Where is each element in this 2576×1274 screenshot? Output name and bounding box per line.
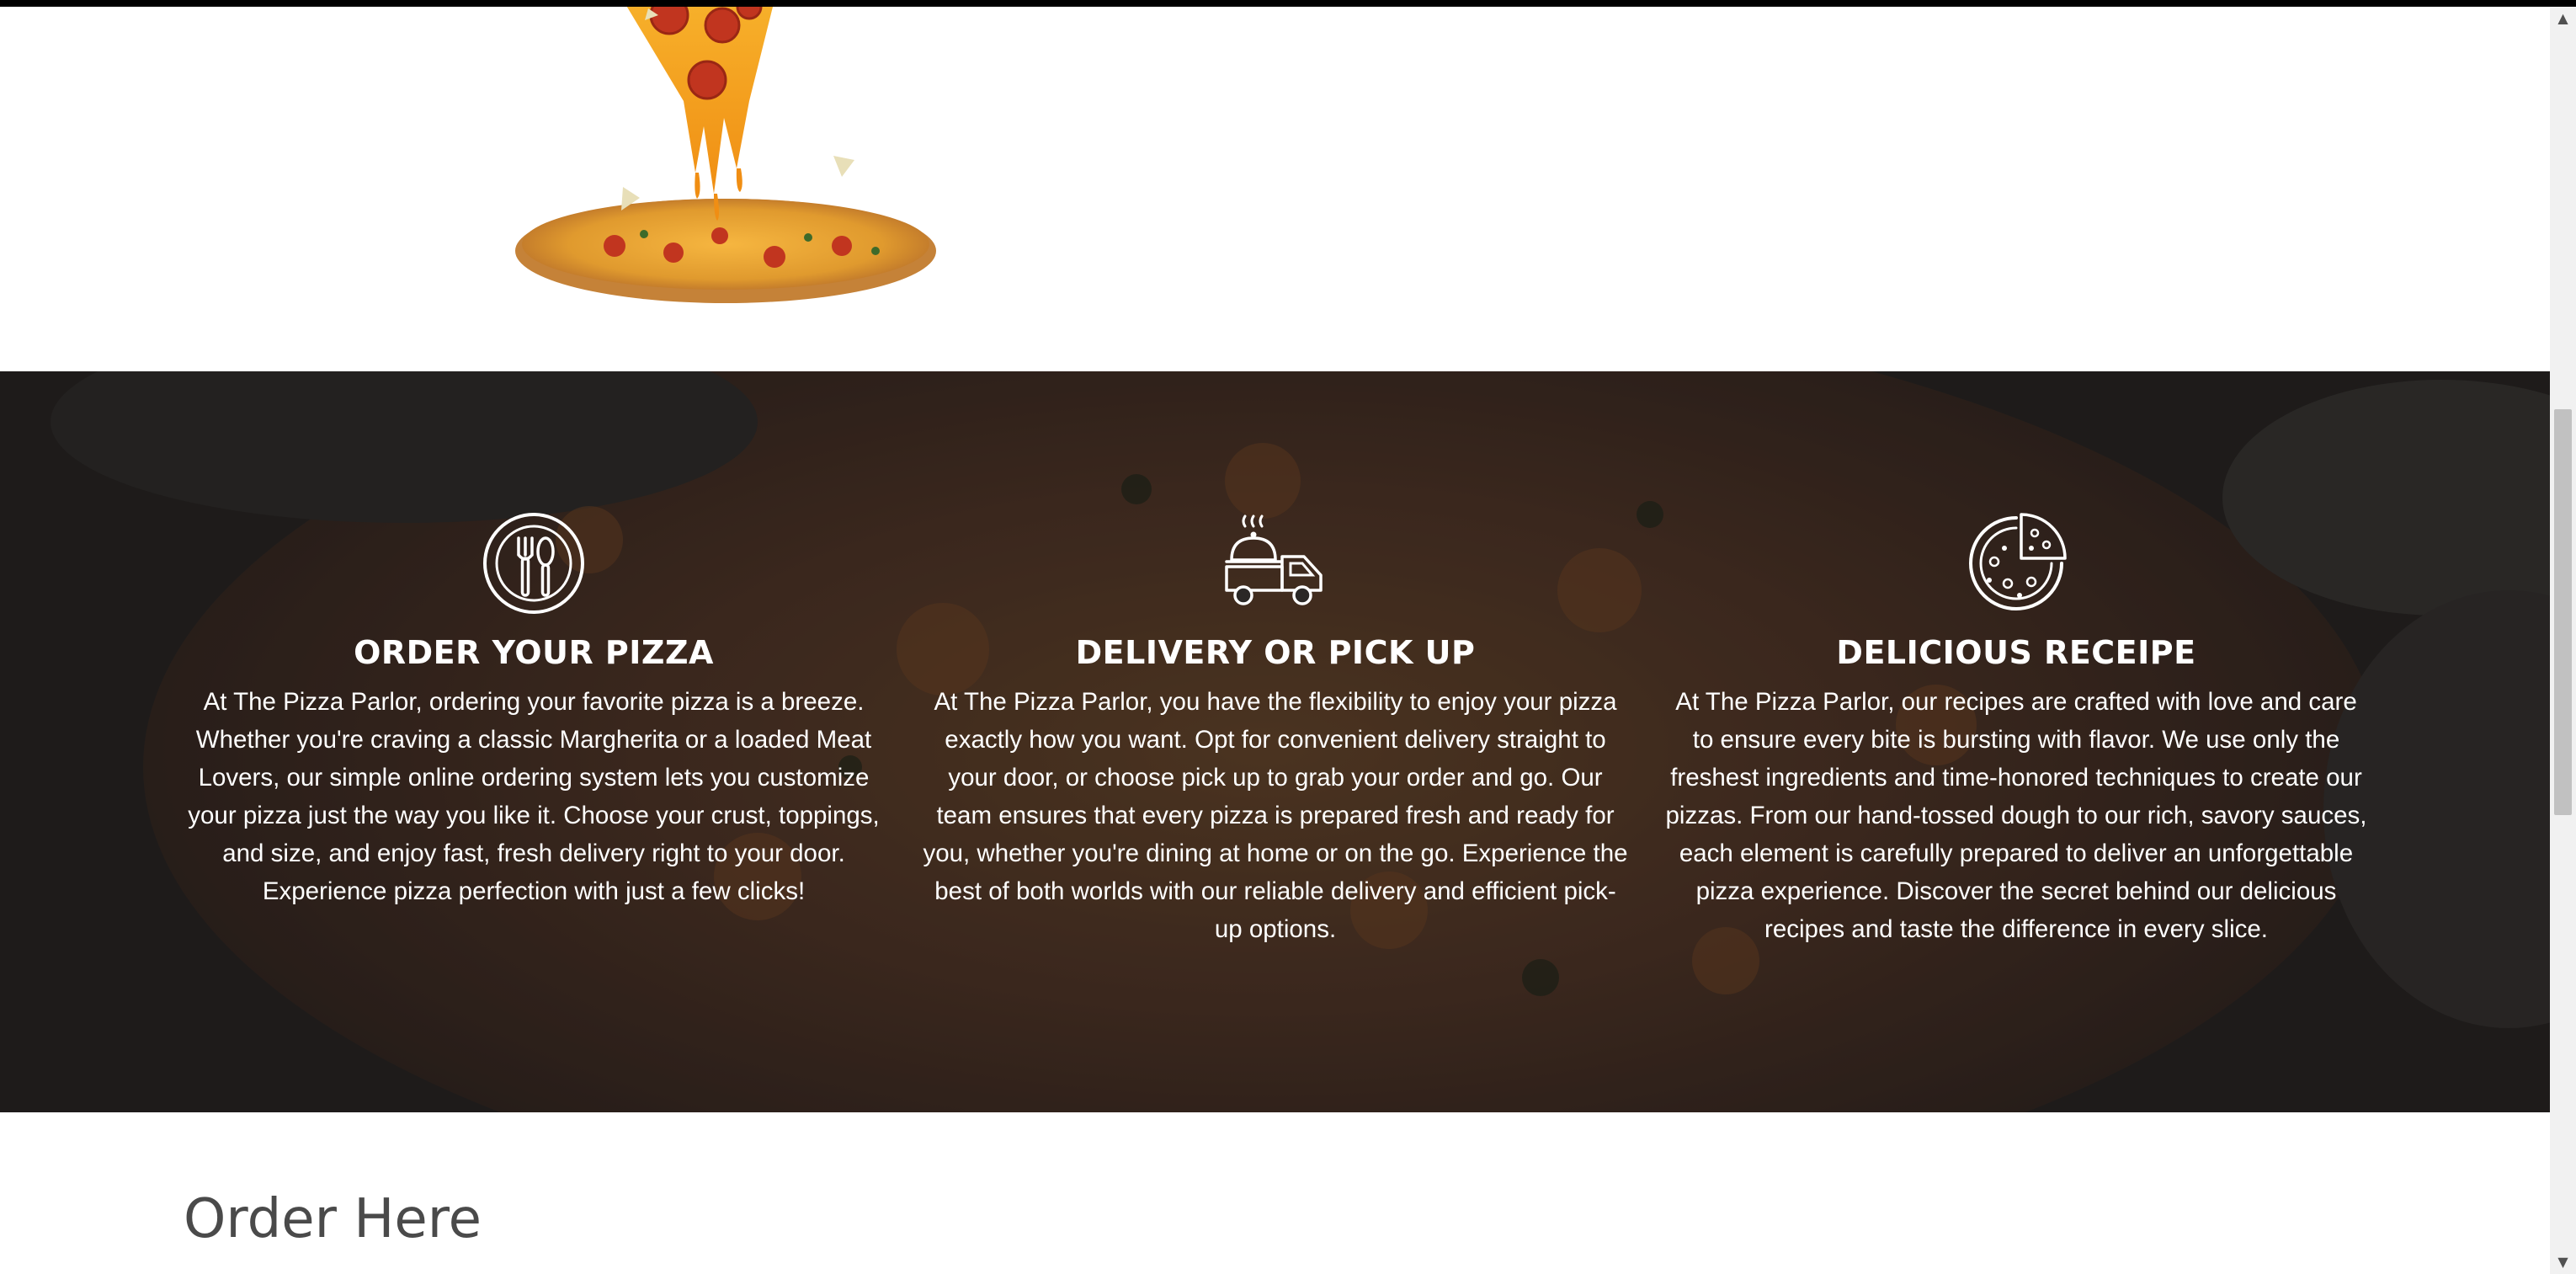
- feature-description: At The Pizza Parlor, you have the flexib…: [923, 688, 1628, 943]
- feature-delicious-receipe: DELICIOUS RECEIPE At The Pizza Parlor, o…: [1663, 511, 2370, 948]
- browser-top-edge: [0, 0, 2576, 7]
- feature-order-your-pizza: ORDER YOUR PIZZA At The Pizza Parlor, or…: [180, 511, 887, 910]
- feature-delivery-or-pick-up: DELIVERY OR PICK UP At The Pizza Parlor,…: [922, 511, 1629, 948]
- delivery-truck-icon: [1225, 514, 1323, 605]
- feature-description: At The Pizza Parlor, our recipes are cra…: [1665, 688, 2367, 943]
- scroll-up-arrow-icon[interactable]: ▲: [2550, 7, 2576, 30]
- feature-title: ORDER YOUR PIZZA: [354, 634, 714, 671]
- scrollbar-thumb[interactable]: [2554, 409, 2572, 815]
- utensils-plate-icon: [483, 513, 584, 614]
- order-section-title: Order Here: [184, 1188, 482, 1250]
- features-section: ORDER YOUR PIZZA At The Pizza Parlor, or…: [0, 371, 2550, 1112]
- vertical-scrollbar[interactable]: ▲ ▼: [2550, 7, 2576, 1274]
- feature-title: DELICIOUS RECEIPE: [1836, 634, 2196, 671]
- feature-description: At The Pizza Parlor, ordering your favor…: [188, 688, 880, 905]
- feature-title: DELIVERY OR PICK UP: [1075, 634, 1476, 671]
- scroll-down-arrow-icon[interactable]: ▼: [2550, 1250, 2576, 1274]
- pizza-slice-icon: [1969, 513, 2067, 610]
- hero-pizza-image: [515, 7, 936, 303]
- page-content: ORDER YOUR PIZZA At The Pizza Parlor, or…: [0, 7, 2550, 1274]
- page: ORDER YOUR PIZZA At The Pizza Parlor, or…: [0, 0, 2576, 1274]
